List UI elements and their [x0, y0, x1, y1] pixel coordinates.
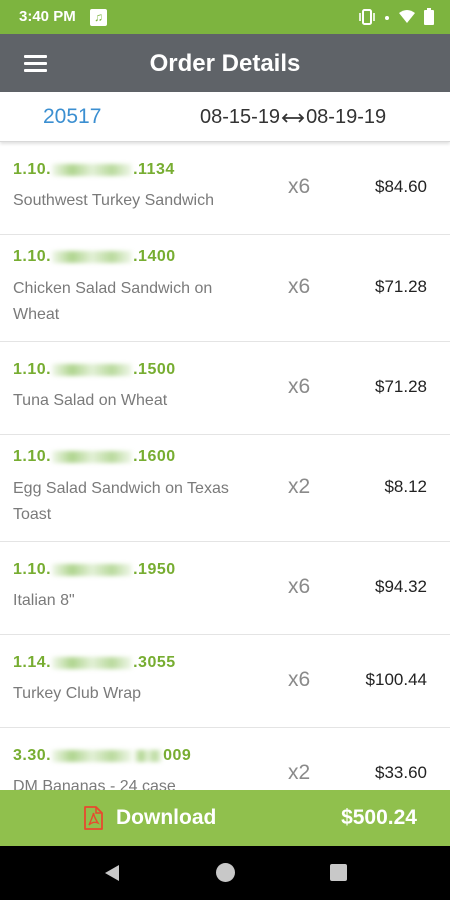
home-icon[interactable] — [216, 863, 235, 882]
item-quantity: x6 — [288, 275, 311, 298]
status-time: 3:40 PM — [19, 8, 76, 25]
page-title: Order Details — [149, 50, 301, 77]
item-code: 3.30. 009 — [13, 747, 192, 764]
redacted-code-segment — [52, 656, 133, 669]
item-code: 1.10. .1950 — [13, 561, 176, 578]
order-summary-bar: 20517 08-15-19 08-19-19 — [0, 92, 450, 142]
list-item[interactable]: 3.30. 009 DM Bananas - 24 case x2 $33.60 — [0, 728, 450, 790]
redacted-code-segment — [52, 363, 133, 376]
item-name: Southwest Turkey Sandwich — [13, 192, 214, 209]
item-quantity: x6 — [288, 175, 311, 198]
item-quantity: x6 — [288, 575, 311, 598]
item-name: Italian 8" — [13, 592, 75, 609]
download-label: Download — [116, 806, 217, 829]
signal-dot-icon — [385, 15, 389, 20]
list-item[interactable]: 1.10. .1600 Egg Salad Sandwich on Texas T… — [0, 435, 450, 542]
item-quantity: x6 — [288, 668, 311, 691]
list-item[interactable]: 1.10. .1950 Italian 8" x6 $94.32 — [0, 542, 450, 635]
redacted-code-segment — [52, 450, 133, 463]
start-date: 08-15-19 — [200, 106, 281, 128]
back-icon[interactable] — [103, 864, 121, 882]
wifi-icon — [399, 10, 415, 23]
item-quantity: x2 — [288, 475, 311, 498]
battery-icon — [424, 8, 434, 25]
item-code: 1.10. .1134 — [13, 161, 175, 178]
order-total: $500.24 — [341, 806, 417, 829]
status-icons — [358, 8, 434, 25]
system-nav-bar — [0, 846, 450, 900]
date-range: 08-15-19 08-19-19 — [200, 106, 386, 129]
list-item[interactable]: 1.10. .1500 Tuna Salad on Wheat x6 $71.28 — [0, 342, 450, 435]
item-name: Egg Salad Sandwich on Texas Toast — [13, 480, 229, 523]
item-price: $71.28 — [375, 377, 427, 396]
download-button[interactable]: Download — [78, 790, 228, 846]
item-quantity: x6 — [288, 375, 311, 398]
item-name: Tuna Salad on Wheat — [13, 392, 168, 409]
redacted-code-segment — [52, 250, 133, 263]
redacted-code-segment — [52, 163, 133, 176]
order-number[interactable]: 20517 — [43, 105, 101, 129]
item-price: $84.60 — [375, 177, 427, 196]
item-name: DM Bananas - 24 case — [13, 778, 176, 790]
item-price: $8.12 — [384, 477, 427, 496]
item-code: 1.10. .1500 — [13, 361, 176, 378]
vibrate-icon — [359, 8, 375, 25]
app-notification-icon: ♫ — [90, 9, 107, 26]
item-quantity: x2 — [288, 761, 311, 784]
footer-bar: Download $500.24 — [0, 790, 450, 846]
redacted-code-segment — [52, 749, 133, 762]
status-bar: 3:40 PM ♫ — [0, 0, 450, 34]
item-price: $100.44 — [365, 670, 427, 689]
end-date: 08-19-19 — [306, 106, 387, 128]
list-item[interactable]: 1.10. .1134 Southwest Turkey Sandwich x6 … — [0, 142, 450, 235]
double-arrow-icon — [281, 112, 305, 123]
order-item-list[interactable]: 1.10. .1134 Southwest Turkey Sandwich x6 … — [0, 142, 450, 790]
redacted-code-segment — [134, 749, 163, 762]
item-name: Turkey Club Wrap — [13, 685, 142, 702]
list-item[interactable]: 1.14. .3055 Turkey Club Wrap x6 $100.44 — [0, 635, 450, 728]
pdf-icon — [84, 806, 103, 830]
item-code: 1.14. .3055 — [13, 654, 176, 671]
item-code: 1.10. .1600 — [13, 448, 176, 465]
redacted-code-segment — [52, 563, 133, 576]
item-price: $94.32 — [375, 577, 427, 596]
app-bar: Order Details — [0, 34, 450, 92]
item-code: 1.10. .1400 — [13, 248, 176, 265]
item-name: Chicken Salad Sandwich on Wheat — [13, 280, 213, 323]
item-price: $71.28 — [375, 277, 427, 296]
recent-apps-icon[interactable] — [330, 864, 347, 881]
item-price: $33.60 — [375, 763, 427, 782]
list-item[interactable]: 1.10. .1400 Chicken Salad Sandwich on Whe… — [0, 235, 450, 342]
